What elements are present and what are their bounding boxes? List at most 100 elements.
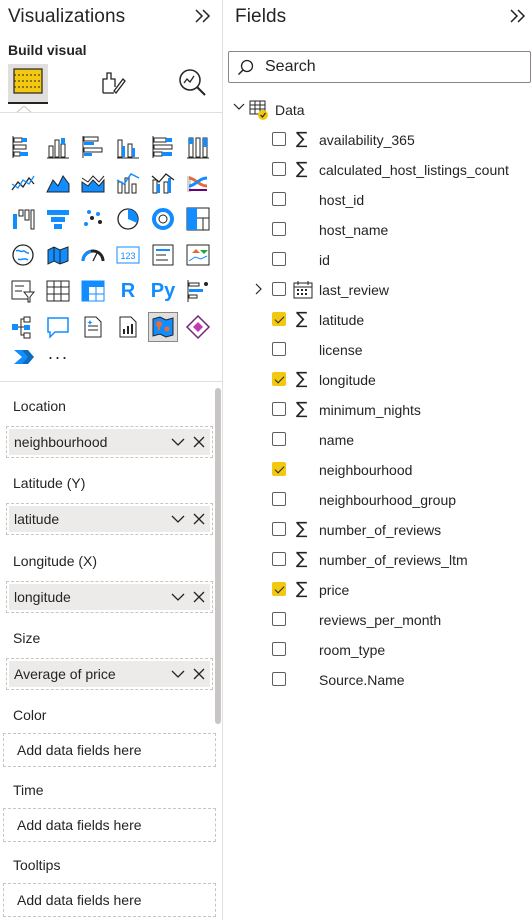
chevron-down-icon[interactable] (170, 589, 186, 610)
line-clustered-column-chart-icon[interactable] (148, 168, 178, 198)
kpi-icon[interactable] (183, 240, 213, 270)
field-row[interactable]: ∑ minimum_nights (253, 399, 523, 421)
waterfall-chart-icon[interactable] (8, 204, 38, 234)
field-checkbox[interactable] (272, 432, 286, 446)
area-chart-icon[interactable] (43, 168, 73, 198)
funnel-chart-icon[interactable] (43, 204, 73, 234)
field-checkbox[interactable] (272, 282, 286, 296)
collapse-fields-icon[interactable] (509, 8, 527, 29)
donut-chart-icon[interactable] (148, 204, 178, 234)
100-stacked-column-chart-icon[interactable] (183, 132, 213, 162)
tab-format-visual[interactable] (92, 64, 132, 104)
well-time-dropzone[interactable]: Add data fields here (3, 808, 216, 842)
table-icon[interactable] (43, 276, 73, 306)
tab-build-visual[interactable] (8, 64, 48, 104)
field-checkbox[interactable] (272, 312, 286, 326)
chevron-down-icon[interactable] (233, 100, 245, 119)
field-row[interactable]: ∑ number_of_reviews_ltm (253, 549, 523, 571)
chevron-right-icon[interactable] (254, 281, 264, 302)
field-row[interactable]: ∑ calculated_host_listings_count (253, 159, 523, 181)
field-checkbox[interactable] (272, 522, 286, 536)
multi-row-card-icon[interactable] (148, 240, 178, 270)
power-automate-icon[interactable] (8, 342, 38, 372)
ribbon-chart-icon[interactable] (183, 168, 213, 198)
100-stacked-bar-chart-icon[interactable] (148, 132, 178, 162)
azure-map-icon[interactable] (148, 312, 178, 342)
qa-icon[interactable] (43, 312, 73, 342)
matrix-icon[interactable] (78, 276, 108, 306)
smart-narrative-icon[interactable] (78, 312, 108, 342)
treemap-icon[interactable] (183, 204, 213, 234)
r-script-visual-icon[interactable]: R (113, 276, 143, 306)
field-row[interactable]: host_id (253, 189, 523, 211)
field-checkbox[interactable] (272, 612, 286, 626)
remove-field-icon[interactable] (192, 511, 206, 532)
search-input[interactable] (265, 56, 520, 78)
filled-map-icon[interactable] (43, 240, 73, 270)
gauge-icon[interactable] (78, 240, 108, 270)
field-row[interactable]: ∑ longitude (253, 369, 523, 391)
field-row[interactable]: room_type (253, 639, 523, 661)
field-row[interactable]: name (253, 429, 523, 451)
scatter-chart-icon[interactable] (78, 204, 108, 234)
well-color-dropzone[interactable]: Add data fields here (3, 733, 216, 767)
field-row[interactable]: host_name (253, 219, 523, 241)
field-checkbox[interactable] (272, 642, 286, 656)
field-row[interactable]: ∑ availability_365 (253, 129, 523, 151)
field-checkbox[interactable] (272, 192, 286, 206)
field-checkbox[interactable] (272, 672, 286, 686)
clustered-column-chart-icon[interactable] (113, 132, 143, 162)
fields-search[interactable] (228, 51, 531, 83)
field-checkbox[interactable] (272, 342, 286, 356)
tab-analytics[interactable] (172, 64, 212, 104)
stacked-area-chart-icon[interactable] (78, 168, 108, 198)
chevron-down-icon[interactable] (170, 434, 186, 455)
field-row[interactable]: neighbourhood_group (253, 489, 523, 511)
python-visual-icon[interactable]: Py (148, 276, 178, 306)
paginated-report-icon[interactable] (113, 312, 143, 342)
field-row[interactable]: ∑ latitude (253, 309, 523, 331)
field-checkbox[interactable] (272, 492, 286, 506)
field-checkbox[interactable] (272, 582, 286, 596)
field-checkbox[interactable] (272, 222, 286, 236)
wells-scrollbar[interactable] (215, 388, 221, 724)
chevron-down-icon[interactable] (170, 666, 186, 687)
field-checkbox[interactable] (272, 162, 286, 176)
line-stacked-column-chart-icon[interactable] (113, 168, 143, 198)
well-latitude[interactable]: latitude (6, 503, 213, 535)
pie-chart-icon[interactable] (113, 204, 143, 234)
key-influencers-icon[interactable] (183, 276, 213, 306)
more-visuals-icon[interactable]: ··· (43, 342, 73, 372)
field-row[interactable]: ∑ number_of_reviews (253, 519, 523, 541)
stacked-bar-chart-icon[interactable] (8, 132, 38, 162)
field-checkbox[interactable] (272, 552, 286, 566)
field-checkbox[interactable] (272, 252, 286, 266)
field-checkbox[interactable] (272, 132, 286, 146)
field-row[interactable]: license (253, 339, 523, 361)
line-chart-icon[interactable] (8, 168, 38, 198)
map-icon[interactable] (8, 240, 38, 270)
slicer-icon[interactable] (8, 276, 38, 306)
table-node-data[interactable]: Data (231, 98, 521, 120)
field-row[interactable]: Source.Name (253, 669, 523, 691)
field-checkbox[interactable] (272, 402, 286, 416)
well-longitude[interactable]: longitude (6, 581, 213, 613)
remove-field-icon[interactable] (192, 666, 206, 687)
well-location[interactable]: neighbourhood (6, 426, 213, 458)
field-row[interactable]: reviews_per_month (253, 609, 523, 631)
collapse-visualizations-icon[interactable] (194, 8, 212, 29)
clustered-bar-chart-icon[interactable] (78, 132, 108, 162)
field-row[interactable]: neighbourhood (253, 459, 523, 481)
field-checkbox[interactable] (272, 372, 286, 386)
field-row[interactable]: id (253, 249, 523, 271)
well-tooltips-dropzone[interactable]: Add data fields here (3, 883, 216, 917)
chevron-down-icon[interactable] (170, 511, 186, 532)
power-apps-icon[interactable] (183, 312, 213, 342)
decomposition-tree-icon[interactable] (8, 312, 38, 342)
field-row[interactable]: ∑ price (253, 579, 523, 601)
stacked-column-chart-icon[interactable] (43, 132, 73, 162)
card-icon[interactable]: 123 (113, 240, 143, 270)
remove-field-icon[interactable] (192, 589, 206, 610)
well-size[interactable]: Average of price (6, 658, 213, 690)
field-row[interactable]: last_review (253, 279, 523, 301)
